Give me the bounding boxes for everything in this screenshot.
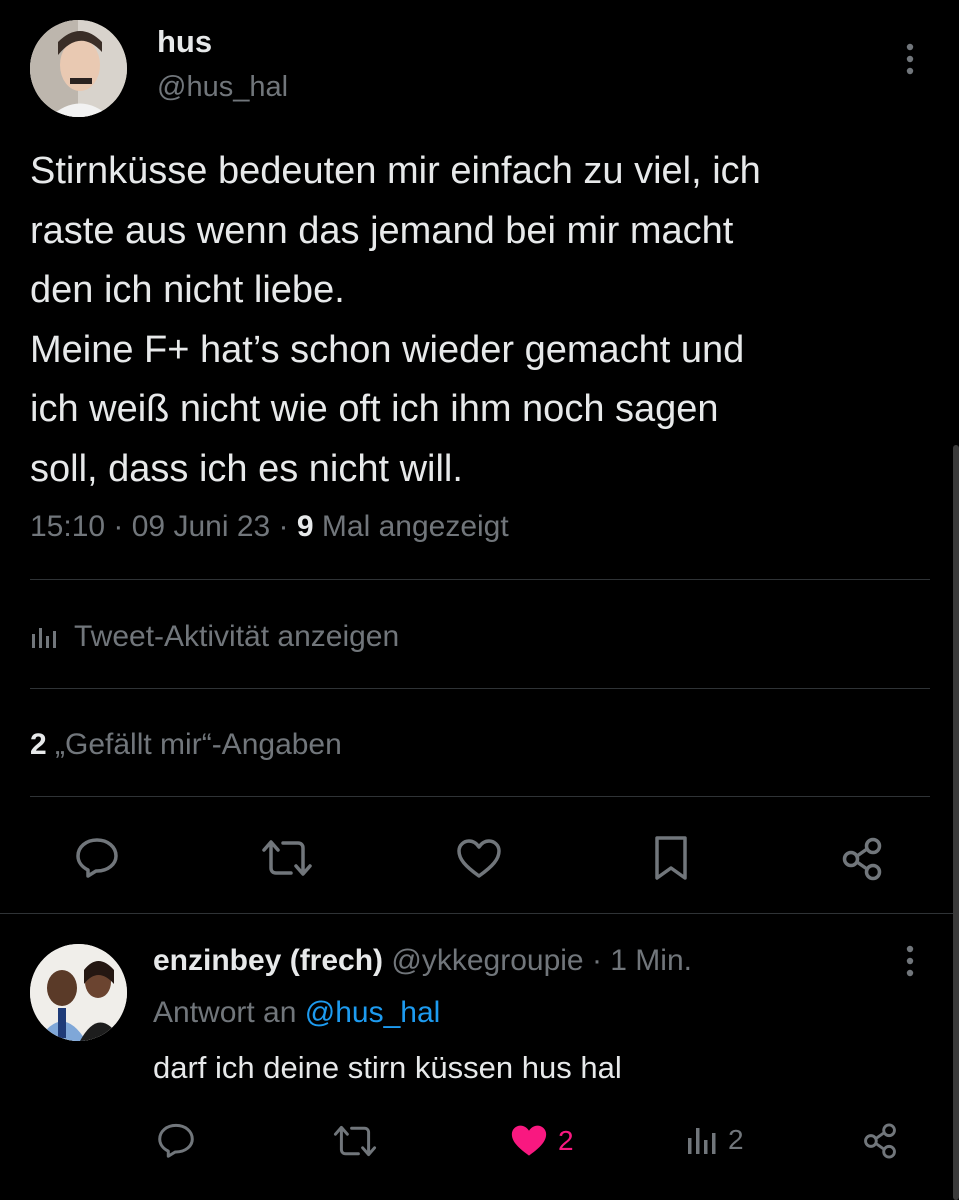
divider xyxy=(30,579,930,580)
replying-prefix: Antwort an xyxy=(153,996,297,1029)
tweet-activity-link[interactable]: Tweet-Aktivität anzeigen xyxy=(30,620,399,654)
replying-to-handle[interactable]: @hus_hal xyxy=(305,996,441,1029)
tweet-text-line: Stirnküsse bedeuten mir einfach zu viel,… xyxy=(30,150,761,192)
likes-label: „Gefällt mir“-Angaben xyxy=(55,728,342,761)
tweet-text: Stirnküsse bedeuten mir einfach zu viel,… xyxy=(30,142,761,499)
tweet-text-line: Meine F+ hat’s schon wieder gemacht und xyxy=(30,328,745,371)
reply-icon xyxy=(158,1123,194,1158)
reply-like-button[interactable]: 2 xyxy=(508,1123,574,1159)
tweet-time[interactable]: 15:10 xyxy=(30,510,105,543)
replying-to: Antwort an @hus_hal xyxy=(153,996,440,1030)
analytics-icon xyxy=(32,628,56,648)
bookmark-button[interactable] xyxy=(652,834,690,882)
more-options-icon[interactable] xyxy=(902,42,918,76)
reply-header: enzinbey (frech) @ykkegroupie · 1 Min. xyxy=(153,944,692,978)
divider xyxy=(30,796,930,797)
divider xyxy=(0,913,959,914)
like-icon xyxy=(457,839,501,878)
reply-views-count: 2 xyxy=(728,1124,744,1155)
reply-author-avatar[interactable] xyxy=(30,944,127,1041)
scrollbar[interactable] xyxy=(953,445,959,1200)
reply-more-options-icon[interactable] xyxy=(902,944,918,978)
share-icon xyxy=(864,1123,896,1159)
author-name[interactable]: hus xyxy=(157,24,212,60)
retweet-button[interactable] xyxy=(258,838,316,878)
share-icon xyxy=(842,837,882,881)
reply-author-name[interactable]: enzinbey (frech) xyxy=(153,944,383,977)
reply-retweet-button[interactable] xyxy=(330,1124,380,1158)
meta-separator: · xyxy=(113,510,132,543)
tweet-date[interactable]: 09 Juni 23 xyxy=(132,510,270,543)
tweet-activity-label: Tweet-Aktivität anzeigen xyxy=(74,620,400,653)
retweet-icon xyxy=(333,1125,377,1157)
reply-icon xyxy=(76,838,118,878)
meta-separator: · xyxy=(278,510,297,543)
views-label: Mal angezeigt xyxy=(321,510,509,543)
analytics-icon xyxy=(688,1128,716,1154)
reply-text: darf ich deine stirn küssen hus hal xyxy=(153,1050,622,1085)
meta-separator: · xyxy=(591,944,611,977)
tweet-text-line: raste aus wenn das jemand bei mir macht xyxy=(30,209,734,252)
divider xyxy=(30,688,930,689)
author-handle[interactable]: @hus_hal xyxy=(157,71,288,104)
tweet-meta: 15:10 · 09 Juni 23 · 9 Mal angezeigt xyxy=(30,510,509,544)
tweet-text-line: ich weiß nicht wie oft ich ihm noch sage… xyxy=(30,388,719,430)
like-button[interactable] xyxy=(455,838,503,880)
reply-views-button[interactable]: 2 xyxy=(686,1124,744,1156)
tweet-text-line: den ich nicht liebe. xyxy=(30,269,345,311)
reply-author-handle[interactable]: @ykkegroupie xyxy=(391,944,583,977)
views-count: 9 xyxy=(296,510,314,543)
reply-time[interactable]: 1 Min. xyxy=(610,944,692,977)
tweet-text-line: soll, dass ich es nicht will. xyxy=(30,447,463,490)
retweet-icon xyxy=(262,840,312,876)
reply-share-button[interactable] xyxy=(860,1122,900,1160)
author-avatar-image xyxy=(30,20,127,117)
likes-summary[interactable]: 2 „Gefällt mir“-Angaben xyxy=(30,728,342,762)
reply-reply-button[interactable] xyxy=(156,1122,196,1158)
reply-author-avatar-image xyxy=(30,944,127,1041)
reply-button[interactable] xyxy=(74,836,120,878)
likes-count: 2 xyxy=(30,728,47,761)
share-button[interactable] xyxy=(838,836,886,882)
liked-heart-icon xyxy=(511,1125,547,1156)
bookmark-icon xyxy=(655,836,687,880)
reply-like-count: 2 xyxy=(558,1125,574,1156)
author-avatar[interactable] xyxy=(30,20,127,117)
